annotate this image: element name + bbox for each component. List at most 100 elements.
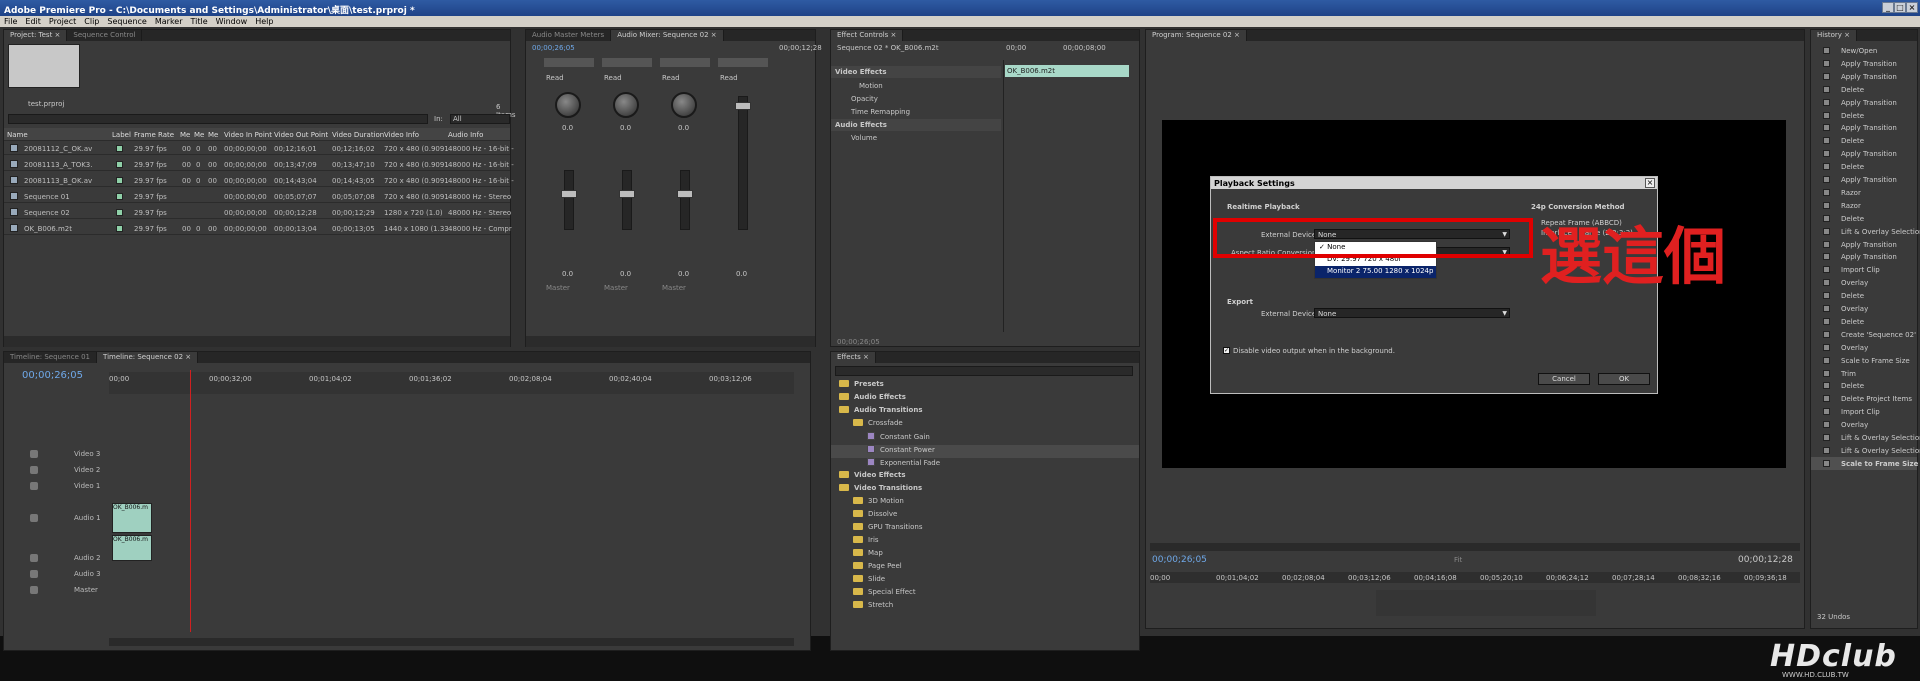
history-item[interactable]: Trim [1811,367,1917,380]
close-button[interactable]: × [1906,2,1918,13]
tab-timeline-seq01[interactable]: Timeline: Sequence 01 [4,352,98,363]
fader-handle-3[interactable] [677,190,693,198]
eye-icon[interactable] [30,450,38,458]
maximize-button[interactable]: □ [1894,2,1906,13]
project-row[interactable]: 20081113_B_OK.av 29.97 fps 00 0 00 00;00;00;0… [4,174,514,187]
ec-time-remapping[interactable]: Time Remapping [831,106,1001,118]
tab-audio-mixer[interactable]: Audio Mixer: Sequence 02 × [611,30,724,41]
read-mode-1[interactable]: Read [546,74,564,82]
master-fader[interactable] [738,96,748,230]
menu-help[interactable]: Help [251,16,277,26]
dialog-close-button[interactable]: × [1645,178,1655,188]
tab-effect-controls[interactable]: Effect Controls × [831,30,904,41]
label-swatch[interactable] [116,161,123,168]
col-video-out[interactable]: Video Out Point [274,131,328,139]
effects-tree-item[interactable]: Slide [831,575,1139,588]
menu-window[interactable]: Window [212,16,252,26]
col-video-in[interactable]: Video In Point [224,131,272,139]
volume-fader-3[interactable] [680,170,690,230]
history-item[interactable]: Lift & Overlay Selection [1811,444,1920,457]
minimize-button[interactable]: _ [1882,2,1894,13]
history-item[interactable]: Apply Transition [1811,70,1917,83]
effects-tree-item[interactable]: Page Peel [831,562,1139,575]
menu-title[interactable]: Title [187,16,212,26]
read-mode-2[interactable]: Read [604,74,622,82]
history-item[interactable]: Create 'Sequence 02' [1811,328,1917,341]
ec-audio-effects[interactable]: Audio Effects [831,119,1001,131]
history-item[interactable]: Apply Transition [1811,147,1917,160]
history-item[interactable]: Apply Transition [1811,250,1917,263]
tab-timeline-seq02[interactable]: Timeline: Sequence 02 × [97,352,199,363]
history-item[interactable]: Lift & Overlay Selection [1811,431,1920,444]
history-item[interactable]: Delete [1811,109,1917,122]
menu-clip[interactable]: Clip [80,16,103,26]
history-item[interactable]: Import Clip [1811,263,1917,276]
project-row[interactable]: Sequence 02 29.97 fps 00;00;00;00 00;00;12;… [4,206,511,219]
menu-project[interactable]: Project [45,16,80,26]
fader-handle-1[interactable] [561,190,577,198]
effects-tree-item[interactable]: Map [831,549,1139,562]
program-ruler[interactable]: 00;00 00;01;04;02 00;02;08;04 00;03;12;06 00… [1150,572,1800,583]
effects-tree-item[interactable]: Iris [831,536,1139,549]
col-audio-info[interactable]: Audio Info [448,131,483,139]
effects-tree-item[interactable]: Video Transitions [831,484,1139,497]
effects-tree-item[interactable]: Presets [831,380,1139,393]
timeline-scrollbar[interactable] [109,638,794,646]
master-fader-handle[interactable] [735,102,751,110]
history-item[interactable]: Apply Transition [1811,57,1917,70]
tab-audio-master-meters[interactable]: Audio Master Meters [526,30,612,41]
effects-tree-item[interactable]: Video Effects [831,471,1139,484]
col-me1[interactable]: Me [180,131,190,139]
history-item[interactable]: Apply Transition [1811,238,1917,251]
timeline-playhead[interactable] [190,370,191,632]
history-item[interactable]: Overlay [1811,302,1917,315]
ec-volume[interactable]: Volume [831,132,1001,144]
menu-marker[interactable]: Marker [151,16,187,26]
history-item[interactable]: Scale to Frame Size [1811,456,1918,470]
effects-tree-item[interactable]: 3D Motion [831,497,1139,510]
timeline-ruler[interactable]: 00;00 00;00;32;00 00;01;04;02 00;01;36;02 00… [109,372,794,394]
tab-history[interactable]: History × [1811,30,1857,41]
speaker-icon[interactable] [30,586,38,594]
eye-icon[interactable] [30,482,38,490]
project-row[interactable]: Sequence 01 29.97 fps 00;00;00;00 00;05;07;… [4,190,511,203]
label-swatch[interactable] [116,177,123,184]
label-swatch[interactable] [116,209,123,216]
tab-sequence-control[interactable]: Sequence Control [67,30,143,41]
history-item[interactable]: Delete [1811,315,1917,328]
effects-tree-item[interactable]: Constant Gain [831,432,1139,445]
volume-fader-2[interactable] [622,170,632,230]
dropdown-option-monitor2[interactable]: Monitor 2 75.00 1280 x 1024p [1315,266,1436,278]
effects-tree-item[interactable]: Crossfade [831,419,1139,432]
program-scrollbar[interactable] [1150,543,1800,551]
history-item[interactable]: Razor [1811,199,1917,212]
effects-tree-item[interactable]: Stretch [831,601,1139,614]
cancel-button[interactable]: Cancel [1538,373,1590,385]
pan-knob-1[interactable] [555,92,581,118]
history-item[interactable]: Delete Project Items [1811,392,1917,405]
project-row[interactable]: 20081113_A_TOK3. 29.97 fps 00 0 00 00;00;00;0… [4,158,514,171]
track-header[interactable]: Video 2 [4,464,108,476]
project-row[interactable]: 20081112_C_OK.av 29.97 fps 00 0 00 00;00;00;0… [4,142,514,155]
track-header[interactable]: Audio 1 [4,512,108,524]
history-item[interactable]: Delete [1811,289,1917,302]
ok-button[interactable]: OK [1598,373,1650,385]
speaker-icon[interactable] [30,570,38,578]
program-fit[interactable]: Fit [1454,556,1462,564]
speaker-icon[interactable] [30,514,38,522]
col-label[interactable]: Label [112,131,131,139]
effects-tree-item[interactable]: Exponential Fade [831,458,1139,471]
col-frame-rate[interactable]: Frame Rate [134,131,174,139]
menu-sequence[interactable]: Sequence [103,16,150,26]
history-item[interactable]: Delete [1811,134,1917,147]
track-header[interactable]: Audio 3 [4,568,108,580]
history-item[interactable]: Delete [1811,83,1917,96]
col-video-duration[interactable]: Video Duration [332,131,384,139]
tab-project[interactable]: Project: Test × [4,30,68,41]
track-header[interactable]: Video 1 [4,480,108,492]
history-item[interactable]: Apply Transition [1811,96,1917,109]
history-item[interactable]: Delete [1811,212,1917,225]
track-header[interactable]: Video 3 [4,448,108,460]
volume-fader-1[interactable] [564,170,574,230]
track-header[interactable]: Master [4,584,108,596]
